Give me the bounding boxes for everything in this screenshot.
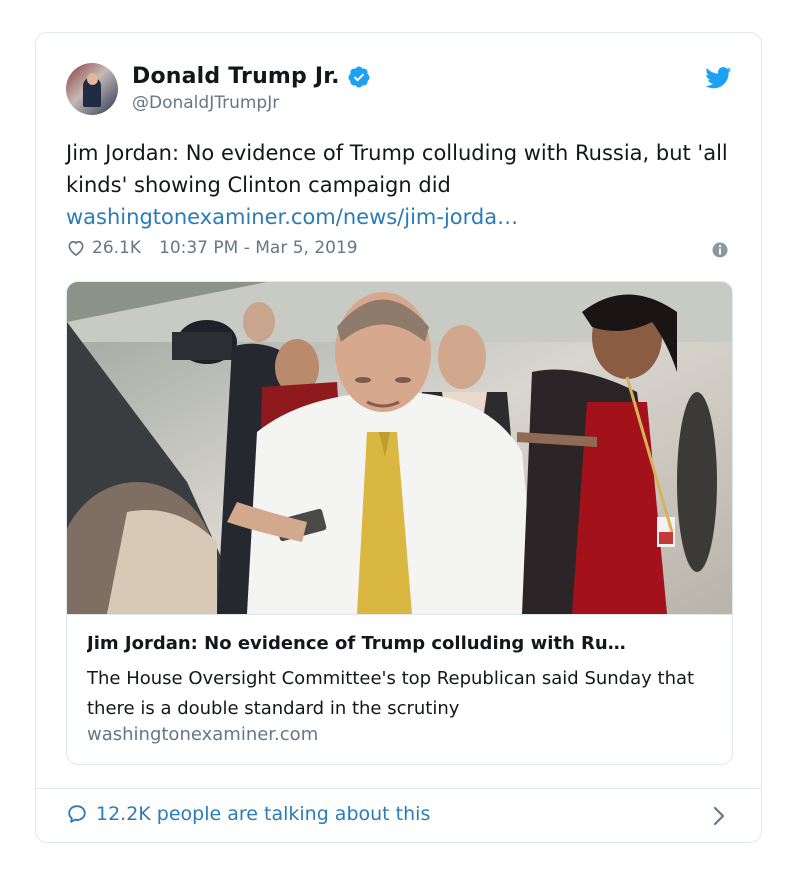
article-photo[interactable] <box>67 282 732 614</box>
author-name-row[interactable]: Donald Trump Jr. <box>132 64 371 89</box>
avatar[interactable] <box>66 63 118 115</box>
tweet-link[interactable]: washingtonexaminer.com/news/jim-jorda… <box>66 201 518 233</box>
author-handle[interactable]: @DonaldJTrumpJr <box>132 93 279 113</box>
chevron-right-icon[interactable] <box>712 805 726 827</box>
conversation-text[interactable]: 12.2K people are talking about this <box>96 803 430 825</box>
link-preview-body[interactable]: Jim Jordan: No evidence of Trump colludi… <box>67 614 732 764</box>
verified-badge-icon <box>348 66 370 87</box>
like-count[interactable]: 26.1K <box>92 238 141 258</box>
author-display-name[interactable]: Donald Trump Jr. <box>132 64 340 89</box>
link-preview-domain: washingtonexaminer.com <box>87 724 319 745</box>
conversation-link[interactable]: 12.2K people are talking about this <box>66 803 430 825</box>
tweet-text: Jim Jordan: No evidence of Trump colludi… <box>66 141 728 197</box>
tweet-embed-card: Donald Trump Jr. @DonaldJTrumpJr Jim Jor… <box>35 32 762 843</box>
avatar-face <box>87 73 98 85</box>
link-preview-title[interactable]: Jim Jordan: No evidence of Trump colludi… <box>87 631 712 657</box>
tweet-timestamp[interactable]: 10:37 PM - Mar 5, 2019 <box>159 238 358 258</box>
link-preview-description: The House Oversight Committee's top Repu… <box>87 668 695 719</box>
heart-icon[interactable] <box>66 238 86 258</box>
info-icon[interactable] <box>712 242 728 258</box>
tweet-meta: 26.1K 10:37 PM - Mar 5, 2019 <box>66 238 358 258</box>
link-preview-card[interactable]: Jim Jordan: No evidence of Trump colludi… <box>66 281 733 765</box>
twitter-bird-icon[interactable] <box>705 67 732 89</box>
footer-divider <box>36 788 761 789</box>
speech-bubble-icon <box>68 805 86 823</box>
